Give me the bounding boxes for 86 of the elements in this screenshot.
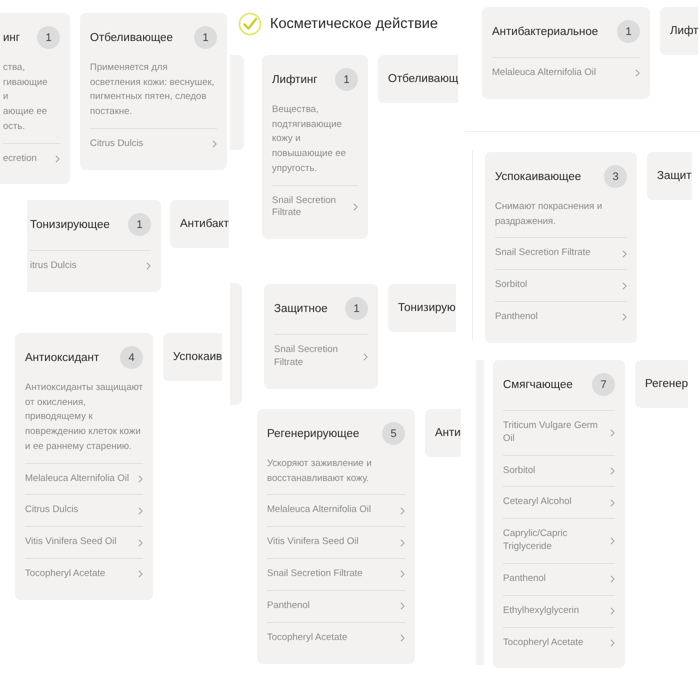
ingredient-link[interactable]: Tocopheryl Acetate bbox=[267, 622, 405, 654]
card-description: Снимают покраснения и раздражения. bbox=[495, 200, 604, 229]
ingredient-link[interactable]: Sorbitol bbox=[495, 269, 627, 302]
chevron-icon bbox=[400, 634, 405, 642]
ingredient-link[interactable]: Panthenol bbox=[495, 301, 627, 333]
chevron-icon bbox=[610, 575, 615, 584]
ingredient-link[interactable]: Citrus Dulcis bbox=[90, 128, 217, 160]
chevron-icon bbox=[400, 538, 405, 547]
card-title: Антибакт bbox=[180, 218, 229, 230]
chevron-icon bbox=[622, 313, 627, 322]
ingredient-link[interactable]: itrus Dulcis bbox=[30, 250, 151, 282]
chevron-icon bbox=[212, 140, 217, 148]
count-badge: 1 bbox=[335, 68, 358, 91]
chevron-icon bbox=[400, 506, 405, 515]
chevron-icon bbox=[138, 506, 143, 515]
ingredient-link[interactable]: Tocopheryl Acetate bbox=[25, 558, 143, 590]
count-badge: 4 bbox=[120, 346, 143, 369]
chevron-icon bbox=[610, 638, 615, 647]
card-title: Антиоксидант bbox=[25, 352, 100, 364]
check-circle-icon bbox=[238, 12, 262, 36]
card-description: Ускоряют заживление и восстанавливают кожу. bbox=[267, 457, 373, 486]
card-title: Анти bbox=[435, 427, 461, 439]
count-badge: 1 bbox=[194, 26, 217, 49]
card-description: Применяется для осветления кожи: веснушек, пигментных пятен, следов постакне. bbox=[90, 61, 216, 120]
card-title: Отбеливающ bbox=[388, 73, 458, 85]
card-title: инг bbox=[3, 32, 20, 44]
card-title: Тонизирующее bbox=[30, 218, 110, 230]
ingredient-link[interactable]: Citrus Dulcis bbox=[25, 494, 143, 526]
ingredient-link[interactable]: Vitis Vinifera Seed Oil bbox=[25, 526, 143, 558]
count-badge: 7 bbox=[592, 373, 615, 396]
chevron-icon bbox=[622, 250, 627, 258]
chevron-icon bbox=[138, 538, 143, 547]
card-title: Антибактериальное bbox=[492, 26, 598, 38]
chevron-icon bbox=[363, 352, 368, 361]
card-title: Тонизирую bbox=[398, 302, 456, 314]
ingredient-link[interactable]: Snail Secretion Filtrate bbox=[495, 237, 627, 270]
card-title: Защит bbox=[657, 170, 692, 182]
card-title: Регенер bbox=[645, 378, 688, 390]
card-title: Успокаивающее bbox=[495, 170, 582, 182]
card-description: Вещества, подтягивающие кожу и повышающие ее упругость. bbox=[272, 103, 347, 176]
ingredient-link[interactable]: Sorbitol bbox=[503, 454, 615, 486]
chevron-icon bbox=[610, 498, 615, 507]
card-title: Смягчающее bbox=[503, 378, 573, 390]
ingredient-link[interactable]: Cetearyl Alcohol bbox=[503, 486, 615, 518]
card-title: Отбеливающее bbox=[90, 32, 173, 44]
count-badge: 1 bbox=[37, 26, 60, 49]
ingredient-link[interactable]: ecretion bbox=[3, 142, 60, 174]
card-title: Лифт bbox=[670, 25, 698, 37]
count-badge: 3 bbox=[604, 165, 627, 188]
chevron-icon bbox=[138, 570, 143, 578]
chevron-icon bbox=[610, 537, 615, 546]
ingredient-link[interactable]: Caprylic/Capric Triglyceride bbox=[503, 518, 615, 563]
card-title: Защитное bbox=[274, 302, 328, 314]
ingredient-link[interactable]: Vitis Vinifera Seed Oil bbox=[267, 526, 405, 558]
ingredient-link[interactable]: Snail Secretion Filtrate bbox=[267, 558, 405, 590]
count-badge: 5 bbox=[382, 422, 405, 445]
ingredient-link[interactable]: Melaleuca Alternifolia Oil bbox=[25, 462, 143, 494]
count-badge: 1 bbox=[345, 297, 368, 320]
chevron-icon bbox=[55, 155, 60, 163]
card-description: ства, гивающие и ающие ее ость. bbox=[3, 61, 49, 134]
chevron-icon bbox=[610, 607, 615, 616]
chevron-icon bbox=[635, 69, 640, 78]
chevron-icon bbox=[146, 262, 151, 270]
card-title: Регенерирующее bbox=[267, 428, 360, 440]
count-badge: 1 bbox=[128, 213, 151, 236]
chevron-icon bbox=[400, 602, 405, 610]
ingredient-link[interactable]: Snail Secretion Filtrate bbox=[274, 334, 368, 379]
ingredient-link[interactable]: Triticum Vulgare Germ Oil bbox=[503, 410, 615, 455]
card-title: Успокаив bbox=[173, 351, 222, 363]
ingredient-link[interactable]: Snail Secretion Filtrate bbox=[272, 184, 358, 230]
chevron-icon bbox=[400, 570, 405, 578]
ingredient-link[interactable]: Melaleuca Alternifolia Oil bbox=[267, 494, 405, 526]
ingredient-link[interactable]: Tocopheryl Acetate bbox=[503, 626, 615, 658]
ingredient-link[interactable]: Panthenol bbox=[503, 562, 615, 595]
count-badge: 1 bbox=[617, 20, 640, 43]
chevron-icon bbox=[610, 428, 615, 437]
ingredient-link[interactable]: Melaleuca Alternifolia Oil bbox=[492, 57, 640, 89]
ingredient-link[interactable]: Ethylhexylglycerin bbox=[503, 594, 615, 626]
card-description: Антиоксиданты защищают от окисления, приводящему к повреждению клеток кожи и ее раннему старению. bbox=[25, 381, 143, 454]
card-title: Лифтинг bbox=[272, 74, 318, 86]
chevron-icon bbox=[610, 467, 615, 476]
ingredient-link[interactable]: Panthenol bbox=[267, 590, 405, 622]
chevron-icon bbox=[138, 475, 143, 483]
chevron-icon bbox=[622, 282, 627, 290]
chevron-icon bbox=[353, 203, 358, 212]
section-title: Косметическое действие bbox=[270, 16, 438, 32]
